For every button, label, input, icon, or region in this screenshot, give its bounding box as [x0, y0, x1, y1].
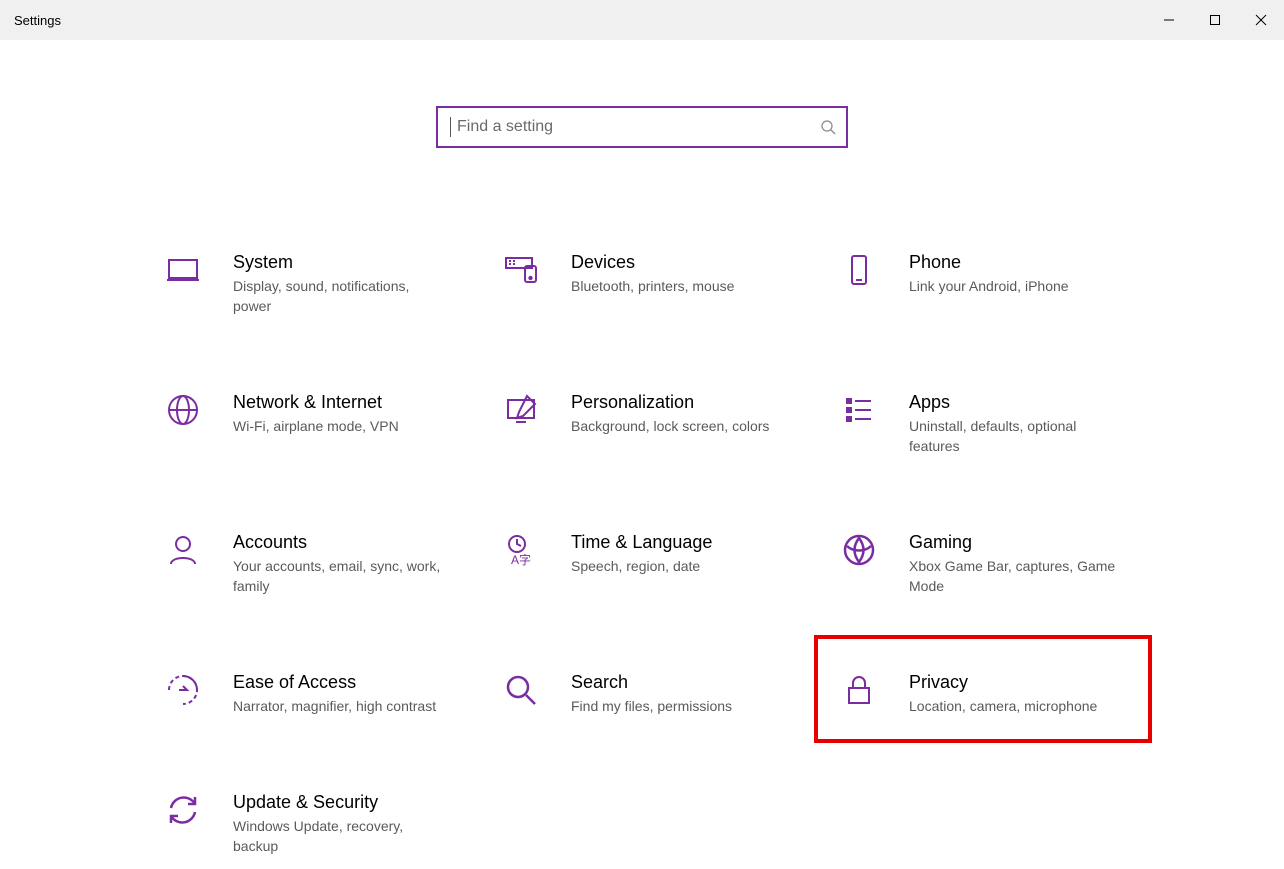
tile-title: Accounts [233, 530, 485, 554]
personalization-icon [503, 390, 571, 428]
svg-text:A字: A字 [511, 552, 531, 567]
tile-title: Time & Language [571, 530, 823, 554]
tile-subtitle: Windows Update, recovery, backup [233, 816, 443, 856]
tile-personalization[interactable]: Personalization Background, lock screen,… [503, 390, 823, 456]
tile-title: Update & Security [233, 790, 485, 814]
system-icon [165, 250, 233, 288]
tile-system[interactable]: System Display, sound, notifications, po… [165, 250, 485, 316]
tile-phone[interactable]: Phone Link your Android, iPhone [841, 250, 1161, 316]
tile-title: Apps [909, 390, 1161, 414]
tile-title: Phone [909, 250, 1161, 274]
devices-icon [503, 250, 571, 288]
tile-subtitle: Wi-Fi, airplane mode, VPN [233, 416, 443, 436]
apps-icon [841, 390, 909, 428]
maximize-icon [1209, 14, 1221, 26]
tile-subtitle: Xbox Game Bar, captures, Game Mode [909, 556, 1119, 596]
tile-subtitle: Link your Android, iPhone [909, 276, 1119, 296]
tile-subtitle: Narrator, magnifier, high contrast [233, 696, 443, 716]
window-controls [1146, 0, 1284, 40]
minimize-button[interactable] [1146, 0, 1192, 40]
update-security-icon [165, 790, 233, 828]
tile-network[interactable]: Network & Internet Wi-Fi, airplane mode,… [165, 390, 485, 456]
tile-devices[interactable]: Devices Bluetooth, printers, mouse [503, 250, 823, 316]
close-icon [1255, 14, 1267, 26]
tile-accounts[interactable]: Accounts Your accounts, email, sync, wor… [165, 530, 485, 596]
tile-title: Network & Internet [233, 390, 485, 414]
tile-subtitle: Location, camera, microphone [909, 696, 1119, 716]
search-icon [820, 119, 836, 135]
tile-title: Gaming [909, 530, 1161, 554]
ease-of-access-icon [165, 670, 233, 708]
title-bar: Settings [0, 0, 1284, 40]
network-icon [165, 390, 233, 428]
close-button[interactable] [1238, 0, 1284, 40]
search-container [436, 106, 848, 148]
tile-update-security[interactable]: Update & Security Windows Update, recove… [165, 790, 485, 856]
tile-subtitle: Find my files, permissions [571, 696, 781, 716]
tile-subtitle: Uninstall, defaults, optional features [909, 416, 1119, 456]
content-area: System Display, sound, notifications, po… [0, 40, 1284, 869]
search-category-icon [503, 670, 571, 708]
tile-search[interactable]: Search Find my files, permissions [503, 670, 823, 716]
minimize-icon [1163, 14, 1175, 26]
tile-title: Devices [571, 250, 823, 274]
tile-subtitle: Bluetooth, printers, mouse [571, 276, 781, 296]
privacy-icon [841, 670, 909, 708]
tile-privacy[interactable]: Privacy Location, camera, microphone [841, 670, 1161, 716]
tile-title: Personalization [571, 390, 823, 414]
tile-subtitle: Display, sound, notifications, power [233, 276, 443, 316]
tile-subtitle: Speech, region, date [571, 556, 781, 576]
tile-time-language[interactable]: A字 Time & Language Speech, region, date [503, 530, 823, 596]
search-input[interactable] [455, 117, 820, 137]
time-language-icon: A字 [503, 530, 571, 568]
maximize-button[interactable] [1192, 0, 1238, 40]
window-title: Settings [14, 13, 61, 28]
tile-title: Search [571, 670, 823, 694]
tile-ease-of-access[interactable]: Ease of Access Narrator, magnifier, high… [165, 670, 485, 716]
tile-subtitle: Background, lock screen, colors [571, 416, 781, 436]
accounts-icon [165, 530, 233, 568]
settings-grid: System Display, sound, notifications, po… [165, 250, 1165, 856]
tile-apps[interactable]: Apps Uninstall, defaults, optional featu… [841, 390, 1161, 456]
search-box[interactable] [436, 106, 848, 148]
phone-icon [841, 250, 909, 288]
text-caret [450, 117, 451, 137]
tile-title: System [233, 250, 485, 274]
tile-gaming[interactable]: Gaming Xbox Game Bar, captures, Game Mod… [841, 530, 1161, 596]
tile-subtitle: Your accounts, email, sync, work, family [233, 556, 443, 596]
tile-title: Privacy [909, 670, 1161, 694]
tile-title: Ease of Access [233, 670, 485, 694]
gaming-icon [841, 530, 909, 568]
